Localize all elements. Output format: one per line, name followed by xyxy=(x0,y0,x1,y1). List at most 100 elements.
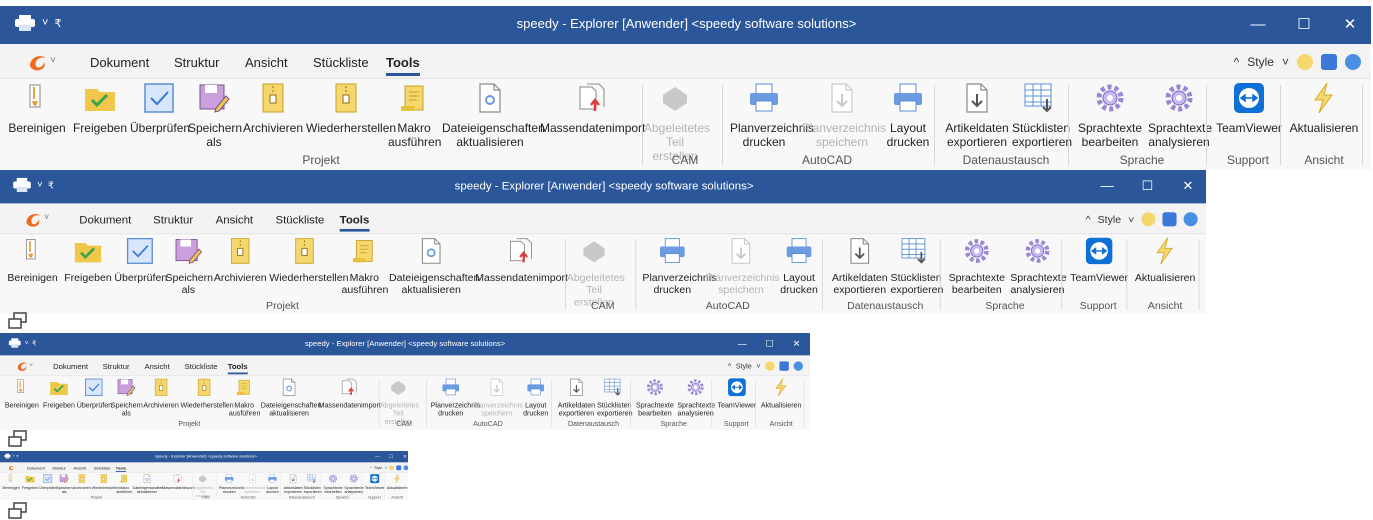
app-menu-icon[interactable] xyxy=(23,210,44,228)
style-prefix[interactable]: ^ xyxy=(1234,55,1240,69)
printer-button[interactable]: Layout drucken xyxy=(265,474,279,495)
restore-zip-button[interactable]: Wiederherstellen xyxy=(181,377,228,418)
maximize-button[interactable]: ☐ xyxy=(756,333,783,355)
archive-zip-button[interactable]: Archivieren xyxy=(73,474,92,495)
chevron-down-icon[interactable]: ˅ xyxy=(44,213,49,223)
lightning-button[interactable]: Aktualisieren xyxy=(1286,81,1362,151)
derived-part-button[interactable]: Abgeleitetes Teil erstellen xyxy=(644,81,706,151)
restore-icon[interactable] xyxy=(8,312,28,330)
printer-button[interactable]: Planverzeichnis drucken xyxy=(431,377,471,418)
file-download-button[interactable]: Planverzeichnis speichern xyxy=(241,474,265,495)
tab-tools[interactable]: Tools xyxy=(386,55,420,70)
mass-import-button[interactable]: Massendatenimport xyxy=(319,377,380,418)
scroll-macro-button[interactable]: Makro ausführen xyxy=(341,236,387,298)
printer-button[interactable]: Layout drucken xyxy=(884,81,932,151)
teamviewer-button[interactable]: TeamViewer xyxy=(1214,81,1284,151)
gear-button[interactable]: Sprachtexte bearbeiten xyxy=(947,236,1007,298)
brush-button[interactable]: Bereinigen xyxy=(1,377,42,418)
style-label[interactable]: Style xyxy=(736,362,752,370)
info-icon[interactable] xyxy=(1162,212,1176,226)
file-export-button[interactable]: Artikeldaten exportieren xyxy=(283,474,303,495)
save-as-button[interactable]: Speichern als xyxy=(188,81,240,151)
brush-button[interactable]: Bereinigen xyxy=(1,474,22,495)
help-icon[interactable] xyxy=(404,465,408,470)
tab-stückliste[interactable]: Stückliste xyxy=(94,466,111,471)
maximize-button[interactable]: ☐ xyxy=(384,451,398,462)
mass-import-button[interactable]: Massendatenimport xyxy=(162,474,193,495)
style-label[interactable]: Style xyxy=(374,466,382,470)
archive-zip-button[interactable]: Archivieren xyxy=(242,81,304,151)
tab-ansicht[interactable]: Ansicht xyxy=(245,55,288,70)
teamviewer-button[interactable]: TeamViewer xyxy=(364,474,385,495)
lightning-button[interactable]: Aktualisieren xyxy=(386,474,408,495)
help-icon[interactable] xyxy=(1345,54,1361,70)
style-prefix[interactable]: ^ xyxy=(370,466,372,470)
printer-button[interactable]: Layout drucken xyxy=(778,236,820,298)
file-properties-button[interactable]: Dateieigenschaften aktualisieren xyxy=(389,236,473,298)
close-button[interactable]: ✕ xyxy=(1327,6,1371,44)
table-export-button[interactable]: Stücklisten exportieren xyxy=(597,377,629,418)
maximize-button[interactable]: ☐ xyxy=(1127,170,1167,203)
tab-struktur[interactable]: Struktur xyxy=(153,213,193,226)
table-export-button[interactable]: Stücklisten exportieren xyxy=(1012,81,1066,151)
derived-part-button[interactable]: Abgeleitetes Teil erstellen xyxy=(380,377,417,418)
file-export-button[interactable]: Artikeldaten exportieren xyxy=(944,81,1010,151)
tab-ansicht[interactable]: Ansicht xyxy=(74,466,87,471)
tab-dokument[interactable]: Dokument xyxy=(27,466,45,471)
style-prefix[interactable]: ^ xyxy=(728,362,731,370)
minimize-button[interactable]: — xyxy=(1087,170,1127,203)
chevron-down-icon[interactable]: ˅ xyxy=(29,362,32,368)
file-download-button[interactable]: Planverzeichnis speichern xyxy=(802,81,882,151)
restore-zip-button[interactable]: Wiederherstellen xyxy=(306,81,386,151)
folder-check-button[interactable]: Freigeben xyxy=(22,474,39,495)
lightning-button[interactable]: Aktualisieren xyxy=(759,377,804,418)
chevron-down-icon[interactable]: ˅ xyxy=(15,466,17,469)
gear-button[interactable]: Sprachtexte analysieren xyxy=(1010,236,1065,298)
file-download-button[interactable]: Planverzeichnis speichern xyxy=(706,236,776,298)
close-button[interactable]: ✕ xyxy=(1168,170,1206,203)
app-menu-icon[interactable] xyxy=(26,52,50,72)
archive-zip-button[interactable]: Archivieren xyxy=(143,377,180,418)
restore-icon[interactable] xyxy=(8,502,28,520)
help-icon[interactable] xyxy=(794,361,803,370)
minimize-button[interactable]: — xyxy=(1235,6,1281,44)
gear-button[interactable]: Sprachtexte analysieren xyxy=(677,377,714,418)
file-export-button[interactable]: Artikeldaten exportieren xyxy=(557,377,596,418)
tab-stückliste[interactable]: Stückliste xyxy=(185,362,218,371)
minimize-button[interactable]: — xyxy=(729,333,756,355)
derived-part-button[interactable]: Abgeleitetes Teil erstellen xyxy=(567,236,622,298)
file-download-button[interactable]: Planverzeichnis speichern xyxy=(473,377,520,418)
file-properties-button[interactable]: Dateieigenschaften aktualisieren xyxy=(261,377,318,418)
close-button[interactable]: ✕ xyxy=(398,451,408,462)
gear-button[interactable]: Sprachtexte bearbeiten xyxy=(323,474,343,495)
mass-import-button[interactable]: Massendatenimport xyxy=(540,81,644,151)
printer-button[interactable]: Planverzeichnis drucken xyxy=(219,474,239,495)
chevron-down-icon[interactable]: ˅ xyxy=(385,466,387,470)
teamviewer-button[interactable]: TeamViewer xyxy=(716,377,757,418)
smiley-icon[interactable] xyxy=(1141,212,1155,226)
smiley-icon[interactable] xyxy=(765,361,774,370)
chevron-down-icon[interactable]: ˅ xyxy=(1282,55,1289,69)
tab-stückliste[interactable]: Stückliste xyxy=(313,55,369,70)
file-properties-button[interactable]: Dateieigenschaften aktualisieren xyxy=(442,81,538,151)
chevron-down-icon[interactable]: ˅ xyxy=(756,362,760,370)
restore-zip-button[interactable]: Wiederherstellen xyxy=(269,236,339,298)
tab-struktur[interactable]: Struktur xyxy=(174,55,220,70)
save-as-button[interactable]: Speichern als xyxy=(56,474,72,495)
smiley-icon[interactable] xyxy=(1297,54,1313,70)
help-icon[interactable] xyxy=(1184,212,1198,226)
lightning-button[interactable]: Aktualisieren xyxy=(1132,236,1199,298)
folder-check-button[interactable]: Freigeben xyxy=(63,236,112,298)
mass-import-button[interactable]: Massendatenimport xyxy=(475,236,567,298)
checkbox-button[interactable]: Überprüfen xyxy=(77,377,111,418)
close-button[interactable]: ✕ xyxy=(783,333,810,355)
checkbox-button[interactable]: Überprüfen xyxy=(39,474,56,495)
maximize-button[interactable]: ☐ xyxy=(1281,6,1327,44)
brush-button[interactable]: Bereinigen xyxy=(2,81,72,151)
gear-button[interactable]: Sprachtexte analysieren xyxy=(344,474,363,495)
save-as-button[interactable]: Speichern als xyxy=(111,377,142,418)
app-menu-icon[interactable] xyxy=(8,465,15,471)
minimize-button[interactable]: — xyxy=(371,451,385,462)
tab-stückliste[interactable]: Stückliste xyxy=(275,213,324,226)
gear-button[interactable]: Sprachtexte bearbeiten xyxy=(1076,81,1144,151)
